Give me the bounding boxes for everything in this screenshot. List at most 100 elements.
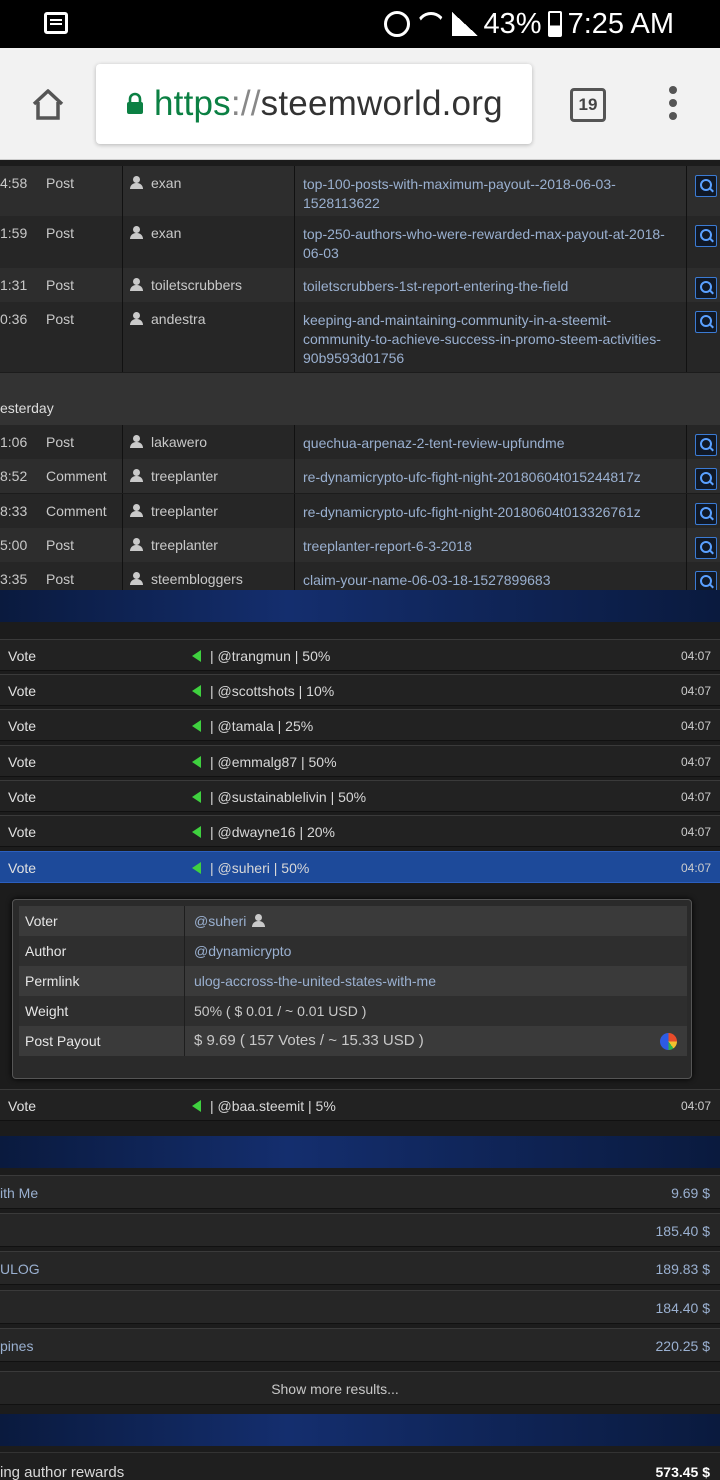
post-permlink[interactable]: re-dynamicrypto-ufc-fight-night-20180604… [303,468,673,487]
author-name[interactable]: andestra [151,311,205,327]
wifi-icon [415,12,446,36]
search-icon[interactable] [695,503,717,525]
message-notification-icon [44,12,68,34]
search-icon[interactable] [695,537,717,559]
search-icon[interactable] [695,468,717,490]
tab-switcher-button[interactable]: 19 [570,88,606,122]
vote-detail-panel: Voter @suheri Author @dynamicrypto Perml… [12,899,692,1079]
post-author[interactable]: exan [130,225,181,241]
search-icon[interactable] [695,225,717,247]
detail-author-link[interactable]: @dynamicrypto [194,943,291,959]
vote-row[interactable]: Vote | @tamala | 25% 04:07 [0,709,720,741]
post-permlink[interactable]: treeplanter-report-6-3-2018 [303,537,673,556]
post-row: 1:31 Post toiletscrubbers toiletscrubbers-1… [0,268,720,302]
earning-title[interactable]: ith Me [0,1185,38,1201]
vote-row[interactable]: Vote | @trangmun | 50% 04:07 [0,639,720,671]
post-type: Post [46,277,75,293]
earning-amount: 189.83 $ [655,1261,711,1277]
detail-weight-value: 50% ( $ 0.01 / ~ 0.01 USD ) [194,1003,367,1019]
search-icon[interactable] [695,277,717,299]
address-bar[interactable]: https://steemworld.org [96,64,532,144]
vote-row[interactable]: Vote | @dwayne16 | 20% 04:07 [0,815,720,847]
vote-value: | @dwayne16 | 20% [210,824,336,840]
section-divider [0,1136,720,1168]
url-scheme: https [154,84,231,123]
author-name[interactable]: treeplanter [151,537,218,553]
vote-label: Vote [8,824,37,840]
vote-value: | @tamala | 25% [210,718,314,734]
vote-arrow-icon [192,756,201,768]
author-name[interactable]: lakawero [151,434,207,450]
detail-permlink-link[interactable]: ulog-accross-the-united-states-with-me [194,973,436,989]
earning-row[interactable]: ith Me 9.69 $ [0,1175,720,1209]
voter-name[interactable]: @suheri [194,913,246,929]
vote-value: | @trangmun | 50% [210,648,331,664]
vote-row[interactable]: Vote | @sustainablelivin | 50% 04:07 [0,780,720,812]
detail-voter-link[interactable]: @suheri [194,913,266,929]
post-author[interactable]: toiletscrubbers [130,277,242,293]
author-name[interactable]: treeplanter [151,503,218,519]
earning-title[interactable]: ULOG [0,1261,40,1277]
pie-chart-icon[interactable] [660,1033,677,1050]
vote-arrow-icon [192,826,201,838]
url-host: steemworld.org [260,84,503,123]
user-icon [130,312,143,325]
post-author[interactable]: treeplanter [130,503,218,519]
user-icon[interactable] [252,914,266,927]
vote-row[interactable]: Vote | @emmalg87 | 50% 04:07 [0,745,720,777]
lock-icon [126,92,144,114]
post-permlink[interactable]: toiletscrubbers-1st-report-entering-the-… [303,277,673,296]
vote-time: 04:07 [680,719,711,733]
clock: 7:25 AM [567,7,674,40]
post-row: 5:00 Post treeplanter treeplanter-report-6-… [0,528,720,562]
earning-row[interactable]: ULOG 189.83 $ [0,1251,720,1285]
author-name[interactable]: exan [151,225,181,241]
post-permlink[interactable]: top-100-posts-with-maximum-payout--2018-… [303,175,673,213]
home-button[interactable] [30,86,66,122]
total-row: ing author rewards 573.45 $ [0,1452,720,1480]
vote-value: | @suheri | 50% [210,860,310,876]
search-icon[interactable] [695,434,717,456]
post-author[interactable]: andestra [130,311,205,327]
total-amount: 573.45 $ [655,1464,711,1480]
author-name[interactable]: steembloggers [151,571,243,587]
vote-time: 04:07 [680,861,711,875]
section-divider [0,590,720,622]
vote-time: 04:07 [680,755,711,769]
post-permlink[interactable]: top-250-authors-who-were-rewarded-max-pa… [303,225,673,263]
battery-icon [547,11,562,37]
search-icon[interactable] [695,311,717,333]
vote-time: 04:07 [680,684,711,698]
detail-key: Post Payout [25,1033,101,1049]
earning-row[interactable]: 184.40 $ [0,1290,720,1324]
post-author[interactable]: exan [130,175,181,191]
vote-row[interactable]: Vote | @baa.steemit | 5% 04:07 [0,1089,720,1121]
post-author[interactable]: lakawero [130,434,207,450]
search-icon[interactable] [695,175,717,197]
post-author[interactable]: treeplanter [130,468,218,484]
vote-arrow-icon [192,791,201,803]
url-separator: :// [230,84,261,123]
earning-title[interactable]: pines [0,1338,33,1354]
post-permlink[interactable]: claim-your-name-06-03-18-1527899683 [303,571,673,590]
post-time: 1:06 [0,434,28,450]
post-type: Comment [46,503,107,519]
earning-row[interactable]: 185.40 $ [0,1213,720,1247]
vote-row[interactable]: Vote | @scottshots | 10% 04:07 [0,674,720,706]
post-author[interactable]: treeplanter [130,537,218,553]
vote-row[interactable]: Vote | @suheri | 50% 04:07 [0,851,720,883]
author-name[interactable]: treeplanter [151,468,218,484]
author-name[interactable]: toiletscrubbers [151,277,242,293]
earning-row[interactable]: pines 220.25 $ [0,1328,720,1362]
post-author[interactable]: steembloggers [130,571,243,587]
post-permlink[interactable]: keeping-and-maintaining-community-in-a-s… [303,311,673,368]
show-more-button[interactable]: Show more results... [0,1371,720,1405]
post-permlink[interactable]: quechua-arpenaz-2-tent-review-upfundme [303,434,673,453]
vote-value: | @scottshots | 10% [210,683,335,699]
user-icon [130,176,143,189]
author-name[interactable]: exan [151,175,181,191]
post-row: 0:36 Post andestra keeping-and-maintaining-… [0,302,720,372]
post-permlink[interactable]: re-dynamicrypto-ufc-fight-night-20180604… [303,503,673,522]
total-label: ing author rewards [0,1464,125,1480]
overflow-menu-button[interactable] [666,86,680,126]
